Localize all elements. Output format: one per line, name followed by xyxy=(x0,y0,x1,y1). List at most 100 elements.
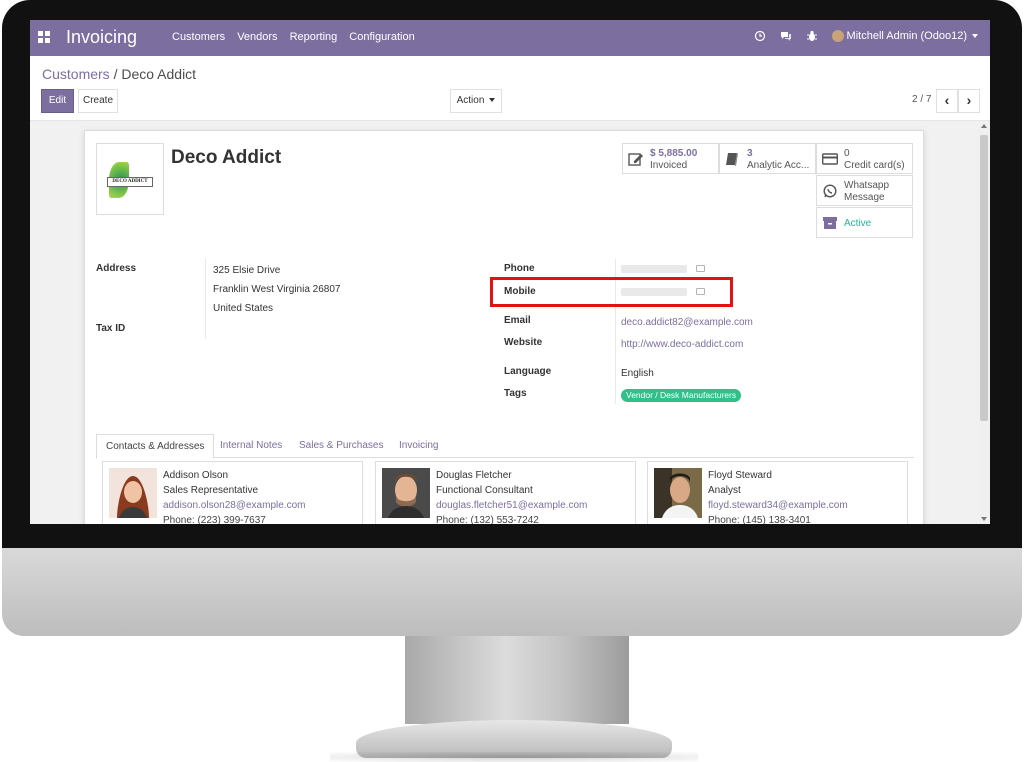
credit-card-count: 0 xyxy=(844,148,850,159)
email-link[interactable]: deco.addict82@example.com xyxy=(621,317,753,328)
partner-form-sheet: DECO ADDICT Deco Addict $ 5,885.00 Invoi… xyxy=(84,130,924,524)
breadcrumb-separator: / xyxy=(109,66,122,82)
invoiced-smart-button[interactable]: $ 5,885.00 Invoiced xyxy=(622,143,719,174)
field-separator xyxy=(205,259,206,339)
whatsapp-smart-button[interactable]: Whatsapp Message xyxy=(816,175,913,206)
create-button[interactable]: Create xyxy=(78,89,118,113)
language-value[interactable]: English xyxy=(621,368,654,379)
contact-card[interactable]: Addison Olson Sales Representative addis… xyxy=(102,461,363,524)
action-label: Action xyxy=(456,95,485,106)
scroll-thumb[interactable] xyxy=(980,135,988,421)
contact-email[interactable]: addison.olson28@example.com xyxy=(163,500,305,511)
monitor-neck xyxy=(405,636,629,724)
contact-phone: Phone: (223) 399-7637 xyxy=(163,515,266,524)
book-icon xyxy=(726,153,738,166)
monitor-shadow xyxy=(330,752,698,762)
breadcrumb: Customers / Deco Addict xyxy=(42,66,196,82)
contact-role: Analyst xyxy=(708,485,741,496)
contact-email[interactable]: douglas.fletcher51@example.com xyxy=(436,500,587,511)
analytic-accounts-smart-button[interactable]: 3 Analytic Acc... xyxy=(719,143,816,174)
phone-value-obscured[interactable] xyxy=(621,265,687,273)
credit-cards-smart-button[interactable]: 0 Credit card(s) xyxy=(816,143,913,174)
active-label: Active xyxy=(844,218,872,229)
email-label: Email xyxy=(504,315,531,326)
edit-invoice-icon xyxy=(628,153,643,166)
analytic-label: Analytic Acc... xyxy=(747,160,810,171)
contact-role: Functional Consultant xyxy=(436,485,533,496)
whatsapp-icon xyxy=(823,184,837,198)
contact-name: Addison Olson xyxy=(163,470,229,481)
credit-card-icon xyxy=(822,153,838,165)
scroll-down-icon[interactable] xyxy=(981,517,987,521)
menu-configuration[interactable]: Configuration xyxy=(349,31,414,43)
logo-text: DECO ADDICT xyxy=(107,177,153,187)
contact-email[interactable]: floyd.steward34@example.com xyxy=(708,500,848,511)
main-menu: Customers Vendors Reporting Configuratio… xyxy=(172,31,427,43)
caret-down-icon xyxy=(489,98,496,103)
menu-vendors[interactable]: Vendors xyxy=(237,31,277,43)
chat-icon[interactable] xyxy=(780,30,792,42)
language-label: Language xyxy=(504,366,552,377)
pager-next-button[interactable]: › xyxy=(958,89,980,113)
sms-icon[interactable] xyxy=(696,265,705,272)
edit-button[interactable]: Edit xyxy=(41,89,74,113)
contact-phone: Phone: (145) 138-3401 xyxy=(708,515,811,524)
vertical-scrollbar[interactable] xyxy=(978,121,990,524)
scroll-up-icon[interactable] xyxy=(981,124,987,128)
top-navbar: Invoicing Customers Vendors Reporting Co… xyxy=(30,20,990,56)
tab-contacts-addresses[interactable]: Contacts & Addresses xyxy=(96,434,215,459)
credit-card-label: Credit card(s) xyxy=(844,160,905,171)
whatsapp-label-line1: Whatsapp xyxy=(844,180,890,191)
archive-icon xyxy=(823,217,837,229)
tags-label: Tags xyxy=(504,388,527,399)
screen: Invoicing Customers Vendors Reporting Co… xyxy=(30,20,990,524)
tab-invoicing[interactable]: Invoicing xyxy=(390,434,447,459)
contact-photo xyxy=(654,468,702,518)
chevron-down-icon xyxy=(972,34,978,38)
website-link[interactable]: http://www.deco-addict.com xyxy=(621,339,743,350)
partner-name[interactable]: Deco Addict xyxy=(171,147,281,169)
mobile-highlight-box xyxy=(490,277,733,307)
monitor-chin xyxy=(2,548,1022,636)
address-country[interactable]: United States xyxy=(213,303,273,314)
address-street[interactable]: 325 Elsie Drive xyxy=(213,265,280,276)
user-avatar xyxy=(831,30,844,42)
vendor-tag[interactable]: Vendor / Desk Manufacturers xyxy=(621,389,742,402)
user-name: Mitchell Admin (Odoo12) xyxy=(846,30,967,42)
bug-icon[interactable] xyxy=(806,30,818,42)
apps-menu-icon[interactable] xyxy=(38,31,50,43)
contact-card[interactable]: Floyd Steward Analyst floyd.steward34@ex… xyxy=(647,461,908,524)
address-label: Address xyxy=(96,263,137,274)
active-toggle-button[interactable]: Active xyxy=(816,207,913,238)
user-menu[interactable]: Mitchell Admin (Odoo12) xyxy=(831,30,978,42)
analytic-count: 3 xyxy=(747,148,753,159)
contact-role: Sales Representative xyxy=(163,485,259,496)
menu-reporting[interactable]: Reporting xyxy=(290,31,338,43)
app-title[interactable]: Invoicing xyxy=(66,27,137,48)
contact-name: Douglas Fletcher xyxy=(436,470,512,481)
tab-sales-purchases[interactable]: Sales & Purchases xyxy=(290,434,393,459)
tab-internal-notes[interactable]: Internal Notes xyxy=(211,434,291,459)
phone-label: Phone xyxy=(504,263,535,274)
notebook-tabs: Contacts & Addresses Internal Notes Sale… xyxy=(96,434,914,459)
menu-customers[interactable]: Customers xyxy=(172,31,225,43)
breadcrumb-customers[interactable]: Customers xyxy=(42,66,110,82)
tax-id-label: Tax ID xyxy=(96,323,126,334)
contact-photo xyxy=(109,468,157,518)
pager-value[interactable]: 2 / 7 xyxy=(912,94,931,105)
clock-icon[interactable] xyxy=(754,30,766,42)
systray: Mitchell Admin (Odoo12) xyxy=(754,30,978,42)
invoiced-amount: $ 5,885.00 xyxy=(650,148,698,159)
website-label: Website xyxy=(504,337,543,348)
pager-previous-button[interactable]: ‹ xyxy=(936,89,958,113)
breadcrumb-current: Deco Addict xyxy=(121,66,197,82)
contact-name: Floyd Steward xyxy=(708,470,772,481)
contact-card[interactable]: Douglas Fletcher Functional Consultant d… xyxy=(375,461,636,524)
invoiced-label: Invoiced xyxy=(650,160,688,171)
contact-photo xyxy=(382,468,430,518)
address-city-line[interactable]: Franklin West Virginia 26807 xyxy=(213,284,340,295)
partner-logo[interactable]: DECO ADDICT xyxy=(96,143,164,215)
whatsapp-label-line2: Message xyxy=(844,192,885,203)
action-dropdown[interactable]: Action xyxy=(450,89,502,113)
contact-phone: Phone: (132) 553-7242 xyxy=(436,515,539,524)
